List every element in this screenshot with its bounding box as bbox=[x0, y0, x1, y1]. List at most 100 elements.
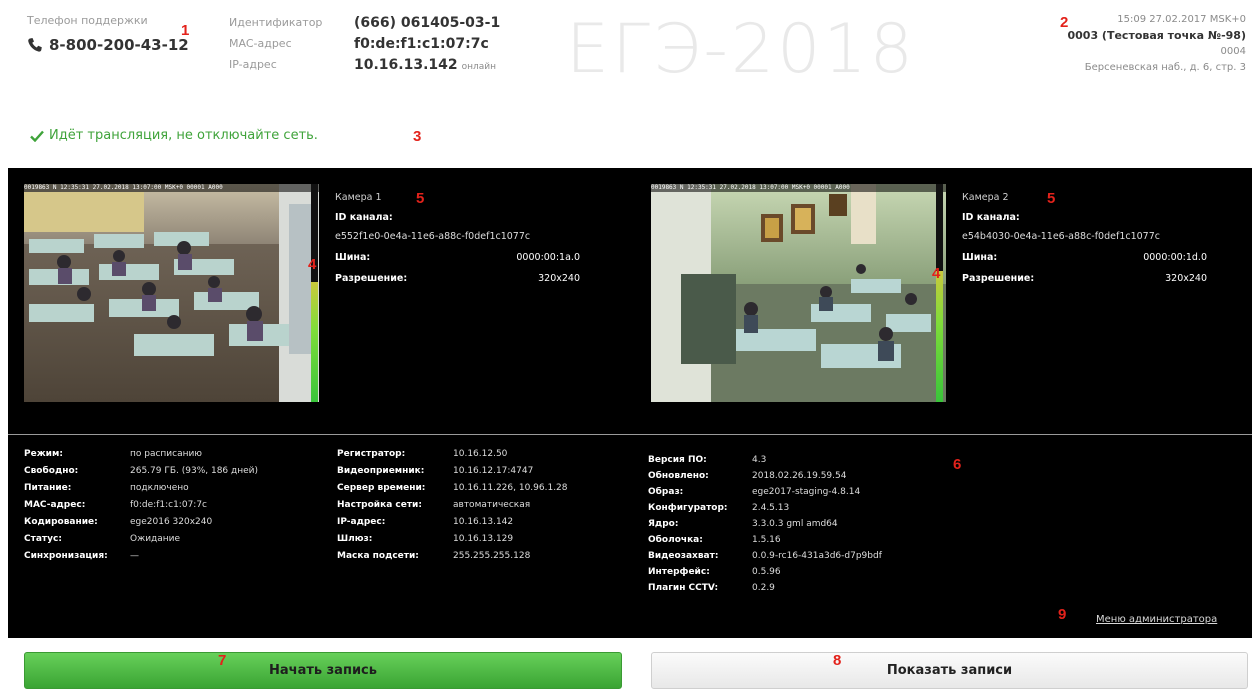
broadcast-status: Идёт трансляция, не отключайте сеть. bbox=[30, 128, 318, 143]
admin-menu-link[interactable]: Меню администратора bbox=[1096, 614, 1217, 625]
marker-2: 2 bbox=[1060, 14, 1069, 31]
classroom-image bbox=[24, 184, 319, 402]
id-label: Идентификатор bbox=[229, 16, 323, 29]
start-recording-button[interactable]: Начать запись bbox=[24, 652, 622, 689]
camera-1-res-label: Разрешение: bbox=[335, 273, 408, 284]
camera-2-audio-level bbox=[936, 271, 943, 402]
info-value: Ожидание bbox=[130, 534, 181, 544]
camera-1-bus-row: Шина: 0000:00:1a.0 bbox=[335, 252, 580, 263]
camera-2-info: Камера 2 ID канала: e54b4030-0e4a-11e6-a… bbox=[962, 192, 1207, 284]
info-value: 2.4.5.13 bbox=[752, 503, 790, 513]
info-key: Конфигуратор: bbox=[648, 503, 728, 513]
info-key: Образ: bbox=[648, 487, 684, 497]
info-key: Видеозахват: bbox=[648, 551, 719, 561]
station-info: 15:09 27.02.2017 MSK+0 0003 (Тестовая то… bbox=[1067, 12, 1246, 76]
info-value: 0.0.9-rc16-431a3d6-d7p9bdf bbox=[752, 551, 882, 561]
info-value: 1.5.16 bbox=[752, 535, 781, 545]
info-value: 255.255.255.128 bbox=[453, 551, 531, 561]
check-icon bbox=[30, 130, 44, 142]
camera-1-audio-level bbox=[311, 282, 318, 402]
marker-1: 1 bbox=[181, 22, 190, 39]
camera-1-bus-label: Шина: bbox=[335, 252, 371, 263]
camera-2-bus-label: Шина: bbox=[962, 252, 998, 263]
support-phone-number: 8-800-200-43-12 bbox=[49, 36, 189, 54]
info-key: Кодирование: bbox=[24, 517, 98, 527]
camera-1-channel-label: ID канала: bbox=[335, 212, 393, 223]
camera-1-res-row: Разрешение: 320x240 bbox=[335, 273, 580, 284]
camera-1-channel-id: e552f1e0-0e4a-11e6-a88c-f0def1c1077c bbox=[335, 231, 531, 242]
info-key: Синхронизация: bbox=[24, 551, 108, 561]
info-value: 10.16.11.226, 10.96.1.28 bbox=[453, 483, 568, 493]
info-key: Настройка сети: bbox=[337, 500, 422, 510]
camera-1-bus: 0000:00:1a.0 bbox=[516, 252, 580, 263]
mac-value: f0:de:f1:c1:07:7c bbox=[354, 36, 489, 52]
marker-9: 9 bbox=[1058, 606, 1067, 623]
support-phone: 8-800-200-43-12 bbox=[27, 36, 189, 54]
info-key: Ядро: bbox=[648, 519, 679, 529]
marker-4b: 4 bbox=[932, 265, 941, 282]
phone-icon bbox=[28, 38, 42, 52]
info-value: 2018.02.26.19.59.54 bbox=[752, 471, 847, 481]
info-key: MAC-адрес: bbox=[24, 500, 86, 510]
info-value: подключено bbox=[130, 483, 189, 493]
exam-watermark: ЕГЭ-2018 bbox=[566, 10, 916, 89]
info-key: Версия ПО: bbox=[648, 455, 707, 465]
info-value: 10.16.12.50 bbox=[453, 449, 508, 459]
camera-2-channel-label: ID канала: bbox=[962, 212, 1020, 223]
info-key: Шлюз: bbox=[337, 534, 373, 544]
marker-5a: 5 bbox=[416, 190, 425, 207]
monitoring-page: Телефон поддержки 8-800-200-43-12 1 Иден… bbox=[0, 0, 1252, 689]
marker-3: 3 bbox=[413, 128, 422, 145]
info-key: IP-адрес: bbox=[337, 517, 386, 527]
id-value: (666) 061405-03-1 bbox=[354, 15, 501, 31]
header: Телефон поддержки 8-800-200-43-12 1 Иден… bbox=[0, 0, 1252, 125]
camera-2-osd: 0019863 N 12:35:31 27.02.2018 13:07:00 M… bbox=[651, 184, 946, 192]
info-value: 4.3 bbox=[752, 455, 767, 465]
info-value: 10.16.13.129 bbox=[453, 534, 514, 544]
info-key: Регистратор: bbox=[337, 449, 406, 459]
info-key: Маска подсети: bbox=[337, 551, 419, 561]
info-value: f0:de:f1:c1:07:7c bbox=[130, 500, 208, 510]
camera-2-resolution: 320x240 bbox=[1165, 273, 1207, 284]
panel-divider bbox=[8, 434, 1252, 435]
camera-1-info: Камера 1 ID канала: e552f1e0-0e4a-11e6-a… bbox=[335, 192, 580, 284]
datetime: 15:09 27.02.2017 MSK+0 bbox=[1117, 14, 1246, 25]
mac-label: MAC-адрес bbox=[229, 37, 292, 50]
camera-2-bus: 0000:00:1d.0 bbox=[1143, 252, 1207, 263]
ip-value-wrap: 10.16.13.142 онлайн bbox=[354, 56, 500, 76]
camera-2-res-label: Разрешение: bbox=[962, 273, 1035, 284]
camera-2-name: Камера 2 bbox=[962, 192, 1009, 203]
info-value: — bbox=[130, 551, 139, 561]
info-key: Питание: bbox=[24, 483, 72, 493]
camera-2-preview[interactable]: 0019863 N 12:35:31 27.02.2018 13:07:00 M… bbox=[651, 184, 946, 402]
info-key: Режим: bbox=[24, 449, 63, 459]
point-address: Берсеневская наб., д. 6, стр. 3 bbox=[1084, 62, 1246, 73]
ip-value: 10.16.13.142 bbox=[354, 57, 458, 73]
marker-6: 6 bbox=[953, 456, 962, 473]
info-key: Сервер времени: bbox=[337, 483, 426, 493]
camera-2-audio-meter bbox=[936, 184, 943, 402]
info-value: 0.2.9 bbox=[752, 583, 775, 593]
info-key: Видеоприемник: bbox=[337, 466, 425, 476]
point-code: 0004 bbox=[1220, 46, 1246, 57]
info-value: 10.16.12.17:4747 bbox=[453, 466, 534, 476]
info-key: Свободно: bbox=[24, 466, 79, 476]
info-value: 0.5.96 bbox=[752, 567, 781, 577]
camera-1-osd: 0019863 N 12:35:31 27.02.2018 13:07:00 M… bbox=[24, 184, 319, 192]
camera-1-preview[interactable]: 0019863 N 12:35:31 27.02.2018 13:07:00 M… bbox=[24, 184, 319, 402]
info-key: Статус: bbox=[24, 534, 62, 544]
camera-2-channel-id: e54b4030-0e4a-11e6-a88c-f0def1c1077c bbox=[962, 231, 1160, 242]
info-key: Плагин CCTV: bbox=[648, 583, 719, 593]
support-block: Телефон поддержки 8-800-200-43-12 bbox=[27, 14, 189, 54]
info-column-left: Режим: по расписанию Свободно: 265.79 ГБ. … bbox=[24, 449, 258, 561]
support-label: Телефон поддержки bbox=[27, 14, 148, 27]
info-value: 3.3.0.3 gml amd64 bbox=[752, 519, 838, 529]
marker-5b: 5 bbox=[1047, 190, 1056, 207]
ip-label: IP-адрес bbox=[229, 58, 277, 71]
show-recordings-button[interactable]: Показать записи bbox=[651, 652, 1248, 689]
camera-1-audio-meter bbox=[311, 184, 318, 402]
info-key: Обновлено: bbox=[648, 471, 709, 481]
info-value: автоматическая bbox=[453, 500, 531, 510]
info-value: 10.16.13.142 bbox=[453, 517, 514, 527]
info-column-right: Версия ПО: 4.3 Обновлено: 2018.02.26.19.59… bbox=[648, 455, 882, 593]
